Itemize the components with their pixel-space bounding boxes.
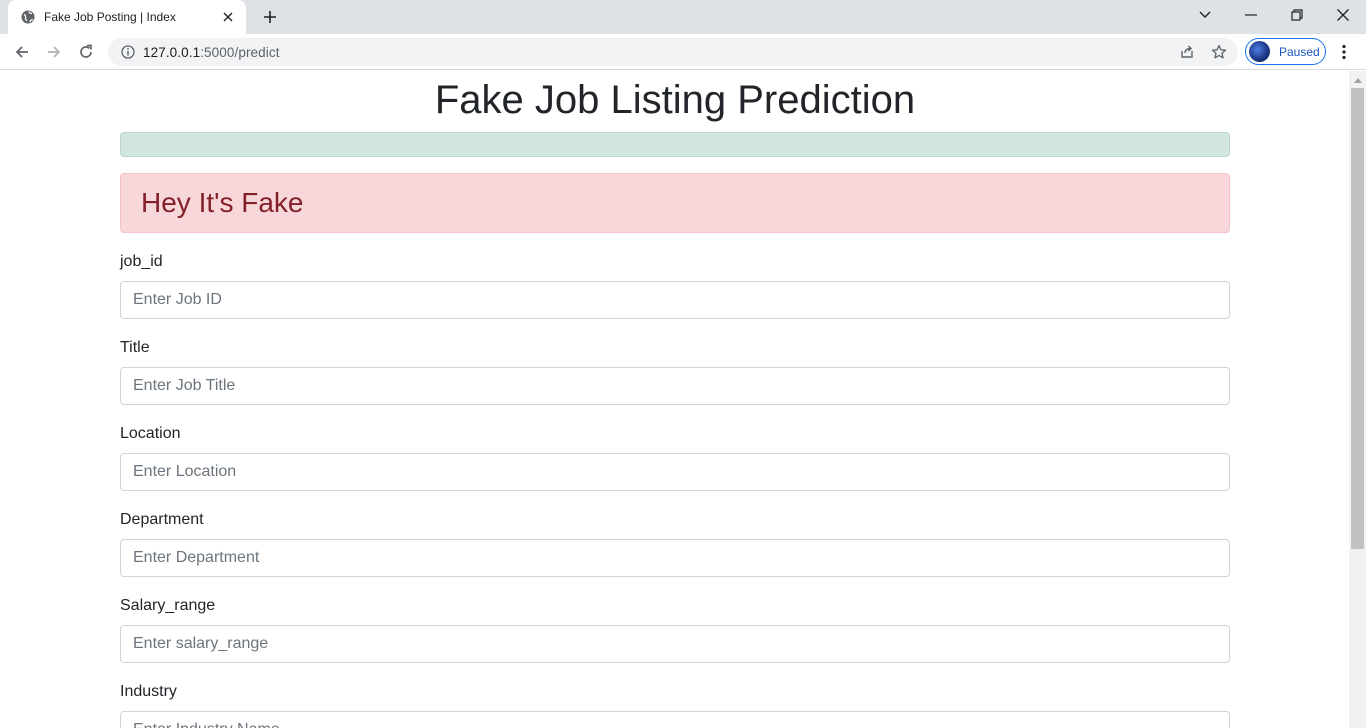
department-input[interactable] (120, 539, 1230, 577)
tab-title: Fake Job Posting | Index (44, 10, 176, 24)
title-input[interactable] (120, 367, 1230, 405)
url-host: 127.0.0.1 (143, 44, 201, 60)
profile-button[interactable]: Paused (1245, 38, 1326, 65)
job-form: job_id Title Location Department Salary_… (120, 251, 1230, 728)
page-viewport: Fake Job Listing Prediction Hey It's Fak… (0, 71, 1349, 728)
address-bar[interactable]: 127.0.0.1:5000/predict (108, 38, 1238, 66)
field-label: Location (120, 425, 181, 442)
field-department: Department (120, 509, 1230, 577)
field-salary-range: Salary_range (120, 595, 1230, 663)
close-tab-icon[interactable] (220, 9, 236, 25)
page-scrollbar[interactable] (1349, 71, 1366, 728)
url-text: 127.0.0.1:5000/predict (143, 45, 280, 60)
main-container: Fake Job Listing Prediction Hey It's Fak… (120, 71, 1230, 728)
minimize-button[interactable] (1228, 0, 1274, 30)
browser-tab[interactable]: Fake Job Posting | Index (8, 0, 246, 34)
prediction-result-alert: Hey It's Fake (120, 173, 1230, 233)
tab-strip: Fake Job Posting | Index (0, 0, 1366, 34)
field-label: Industry (120, 683, 177, 700)
page-title: Fake Job Listing Prediction (434, 78, 916, 122)
restore-button[interactable] (1274, 0, 1320, 30)
bookmark-star-icon[interactable] (1207, 38, 1231, 66)
success-alert (120, 132, 1230, 157)
industry-input[interactable] (120, 711, 1230, 728)
field-label: Salary_range (120, 597, 216, 614)
field-label: Department (120, 511, 204, 528)
back-button[interactable] (8, 38, 36, 66)
field-industry: Industry (120, 681, 1230, 728)
salary-range-input[interactable] (120, 625, 1230, 663)
kebab-menu-icon[interactable] (1334, 38, 1354, 66)
field-title: Title (120, 337, 1230, 405)
job-id-input[interactable] (120, 281, 1230, 319)
field-job-id: job_id (120, 251, 1230, 319)
location-input[interactable] (120, 453, 1230, 491)
close-window-button[interactable] (1320, 0, 1366, 30)
field-label: Title (120, 339, 150, 356)
tab-search-icon[interactable] (1182, 0, 1228, 30)
forward-button[interactable] (40, 38, 68, 66)
reload-button[interactable] (72, 38, 100, 66)
globe-icon (20, 9, 36, 25)
browser-toolbar: 127.0.0.1:5000/predict Paused (0, 34, 1366, 70)
profile-status-label: Paused (1279, 44, 1320, 59)
scrollbar-thumb[interactable] (1351, 88, 1364, 549)
avatar (1249, 41, 1270, 62)
new-tab-button[interactable] (258, 5, 282, 29)
scroll-up-arrow-icon[interactable] (1349, 73, 1366, 87)
url-path: :5000/predict (200, 44, 280, 60)
field-location: Location (120, 423, 1230, 491)
share-icon[interactable] (1175, 38, 1199, 66)
site-info-icon[interactable] (120, 44, 136, 60)
field-label: job_id (120, 253, 163, 270)
